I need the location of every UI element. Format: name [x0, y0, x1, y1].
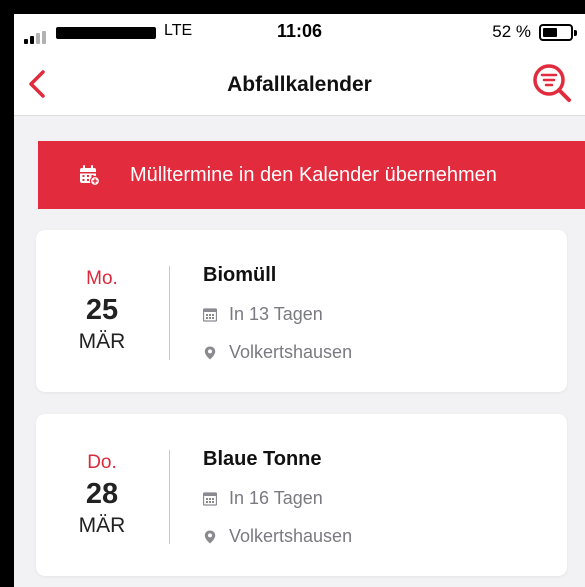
- app-screen: LTE 11:06 52 % Abfallkalender Mülltermin…: [14, 14, 585, 587]
- event-card[interactable]: Mo. 25 MÄR Biomüll In 13 Tagen Volkertsh…: [36, 230, 567, 392]
- event-day: 28: [85, 478, 119, 510]
- location-pin-icon: [204, 530, 216, 543]
- event-weekday: Do.: [87, 452, 117, 473]
- event-date: Mo. 25 MÄR: [36, 230, 168, 392]
- filter-search-button[interactable]: [529, 60, 575, 106]
- search-filter-icon: [533, 64, 571, 102]
- add-to-calendar-button[interactable]: Mülltermine in den Kalender übernehmen: [38, 141, 585, 209]
- status-bar: LTE 11:06 52 %: [14, 14, 585, 52]
- event-month: MÄR: [78, 514, 126, 537]
- calendar-icon: [80, 165, 100, 186]
- event-location-label: Volkertshausen: [229, 526, 353, 546]
- divider: [169, 450, 170, 544]
- event-days-until: In 16 Tagen: [229, 488, 323, 508]
- location-pin-icon: [204, 346, 216, 359]
- event-waste-type: Biomüll: [203, 264, 277, 286]
- calendar-small-icon: [203, 491, 217, 506]
- calendar-small-icon: [203, 307, 217, 322]
- event-waste-type: Blaue Tonne: [203, 448, 322, 470]
- event-location-label: Volkertshausen: [229, 342, 353, 362]
- event-weekday: Mo.: [86, 268, 118, 289]
- add-to-calendar-label: Mülltermine in den Kalender übernehmen: [130, 163, 497, 186]
- event-countdown: In 16 Tagen: [203, 488, 323, 509]
- event-location: Volkertshausen: [203, 526, 352, 547]
- battery-percentage: 52 %: [492, 22, 531, 41]
- event-day: 25: [85, 294, 119, 326]
- page-title: Abfallkalender: [227, 73, 372, 96]
- event-days-until: In 13 Tagen: [229, 304, 323, 324]
- event-card[interactable]: Do. 28 MÄR Blaue Tonne In 16 Tagen Volke…: [36, 414, 567, 576]
- event-month: MÄR: [78, 330, 126, 353]
- event-location: Volkertshausen: [203, 342, 352, 363]
- event-countdown: In 13 Tagen: [203, 304, 323, 325]
- battery-icon: [539, 24, 577, 41]
- divider: [169, 266, 170, 360]
- event-date: Do. 28 MÄR: [36, 414, 168, 576]
- navigation-bar: Abfallkalender: [14, 52, 585, 116]
